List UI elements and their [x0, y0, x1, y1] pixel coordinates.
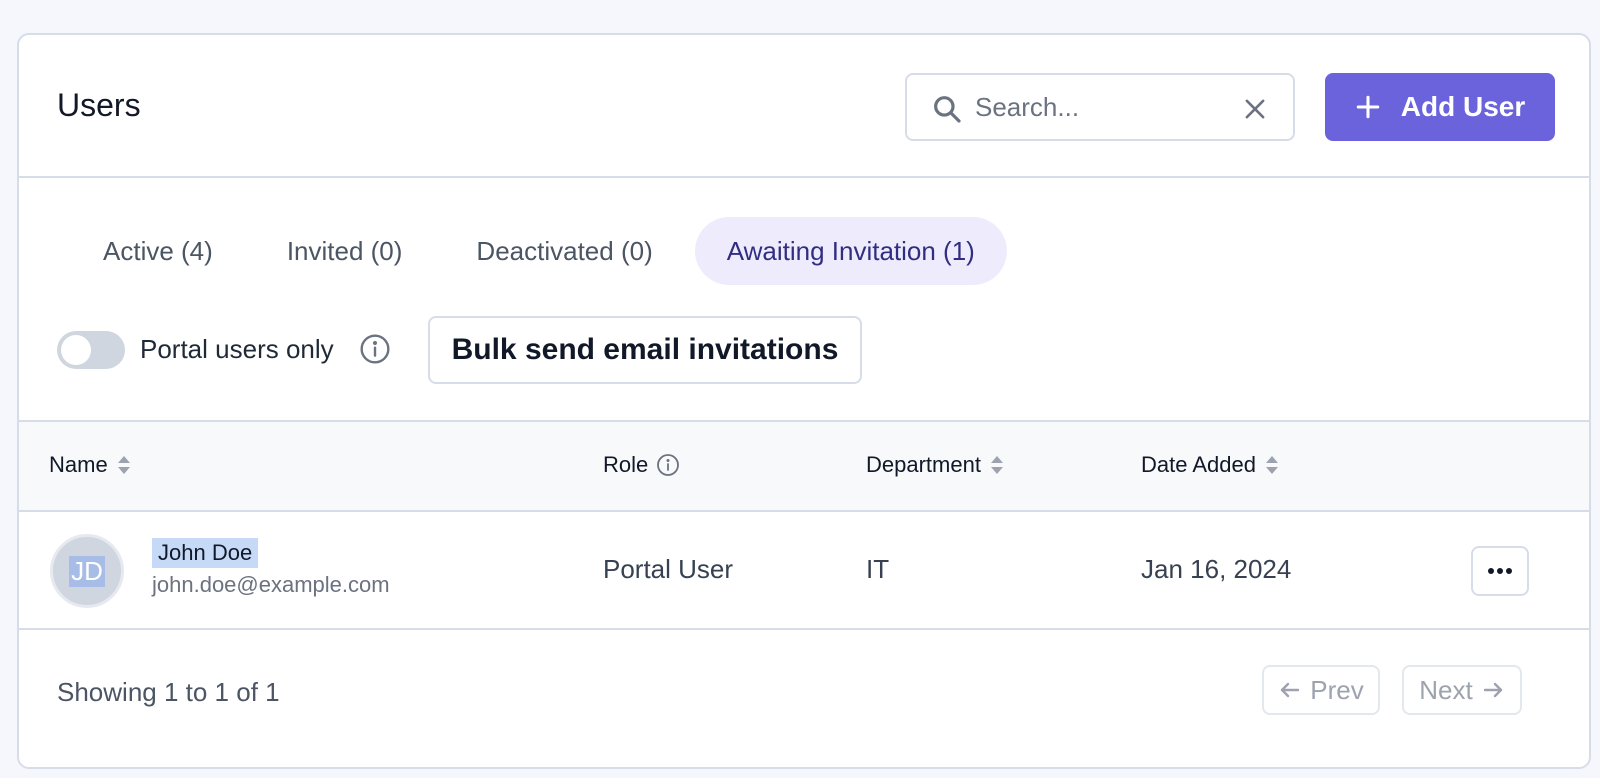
- sort-icon: [117, 456, 130, 474]
- clear-search-icon[interactable]: [1241, 95, 1269, 123]
- search-box[interactable]: [905, 73, 1295, 141]
- add-user-button[interactable]: Add User: [1325, 73, 1555, 141]
- avatar: JD: [50, 534, 124, 608]
- portal-users-toggle[interactable]: [57, 331, 125, 369]
- bulk-send-invitations-button[interactable]: Bulk send email invitations: [428, 316, 862, 384]
- card-header: Users Add User: [19, 35, 1589, 178]
- row-actions-button[interactable]: [1471, 546, 1529, 596]
- sort-icon: [990, 456, 1003, 474]
- user-department: IT: [866, 554, 890, 584]
- search-input[interactable]: [975, 87, 1225, 127]
- column-header-name[interactable]: Name: [49, 452, 132, 478]
- table-row: JD John Doe john.doe@example.com Portal …: [19, 512, 1589, 630]
- search-icon: [934, 96, 961, 123]
- sort-icon: [1265, 456, 1278, 474]
- tab-deactivated[interactable]: Deactivated (0): [444, 217, 684, 285]
- column-header-department[interactable]: Department: [866, 452, 1005, 478]
- info-icon[interactable]: [359, 333, 391, 365]
- avatar-initials: JD: [69, 555, 105, 587]
- user-role: Portal User: [603, 554, 734, 584]
- ellipsis-icon: [1488, 568, 1512, 574]
- portal-users-label: Portal users only: [140, 334, 334, 364]
- table-header: Name Role Department Date Added: [19, 420, 1589, 512]
- next-label: Next: [1419, 674, 1473, 705]
- user-date-added: Jan 16, 2024: [1141, 554, 1292, 584]
- arrow-right-icon: [1483, 682, 1502, 698]
- add-user-label: Add User: [1400, 91, 1526, 122]
- arrow-left-icon: [1281, 682, 1300, 698]
- column-label: Department: [866, 452, 981, 477]
- user-email: john.doe@example.com: [152, 572, 390, 597]
- column-label: Date Added: [1141, 452, 1256, 477]
- toggle-knob: [61, 335, 91, 365]
- tab-invited[interactable]: Invited (0): [255, 217, 435, 285]
- info-icon[interactable]: [656, 453, 680, 477]
- user-name: John Doe: [152, 538, 259, 568]
- tab-active[interactable]: Active (4): [71, 217, 245, 285]
- status-tabs: Active (4) Invited (0) Deactivated (0) A…: [71, 217, 1017, 285]
- column-label: Role: [603, 452, 649, 477]
- users-card: Users Add User Active (4) Invited (0) De…: [17, 33, 1591, 769]
- column-header-role: Role: [603, 452, 680, 478]
- prev-page-button[interactable]: Prev: [1262, 665, 1380, 715]
- column-label: Name: [49, 452, 108, 477]
- prev-label: Prev: [1310, 674, 1364, 705]
- pagination-summary: Showing 1 to 1 of 1: [57, 677, 280, 707]
- tab-awaiting-invitation[interactable]: Awaiting Invitation (1): [694, 217, 1007, 285]
- next-page-button[interactable]: Next: [1402, 665, 1522, 715]
- plus-icon: [1356, 95, 1380, 119]
- column-header-date-added[interactable]: Date Added: [1141, 452, 1280, 478]
- page-title: Users: [57, 87, 141, 123]
